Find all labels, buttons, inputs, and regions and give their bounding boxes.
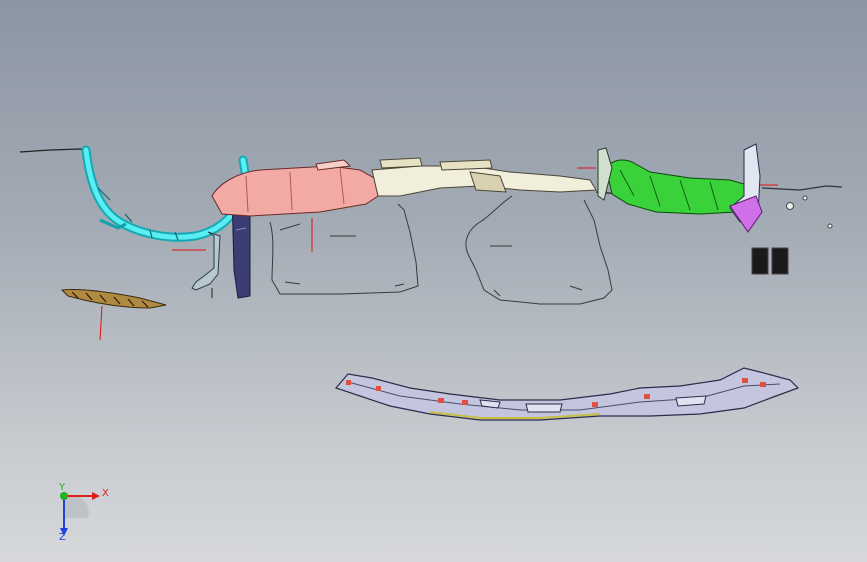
front-bracket-strip[interactable] [60, 289, 167, 309]
left-duct-panel[interactable] [211, 159, 379, 217]
triad-y-label: Y [59, 482, 66, 493]
triad-x-label: X [102, 488, 109, 499]
cad-graphics-area[interactable]: X Y Z [0, 0, 867, 562]
lower-bumper-beam[interactable] [334, 367, 800, 421]
model-geometry[interactable] [0, 0, 867, 562]
left-wire[interactable] [19, 148, 89, 153]
center-duct-panel[interactable] [371, 157, 621, 197]
coordinate-triad [60, 492, 100, 536]
right-wire[interactable] [761, 185, 843, 229]
right-duct-panel[interactable] [597, 147, 749, 215]
triad-z-label: Z [59, 532, 66, 543]
arc-support-bracket[interactable] [191, 231, 221, 291]
black-clip-pair[interactable] [751, 247, 789, 275]
